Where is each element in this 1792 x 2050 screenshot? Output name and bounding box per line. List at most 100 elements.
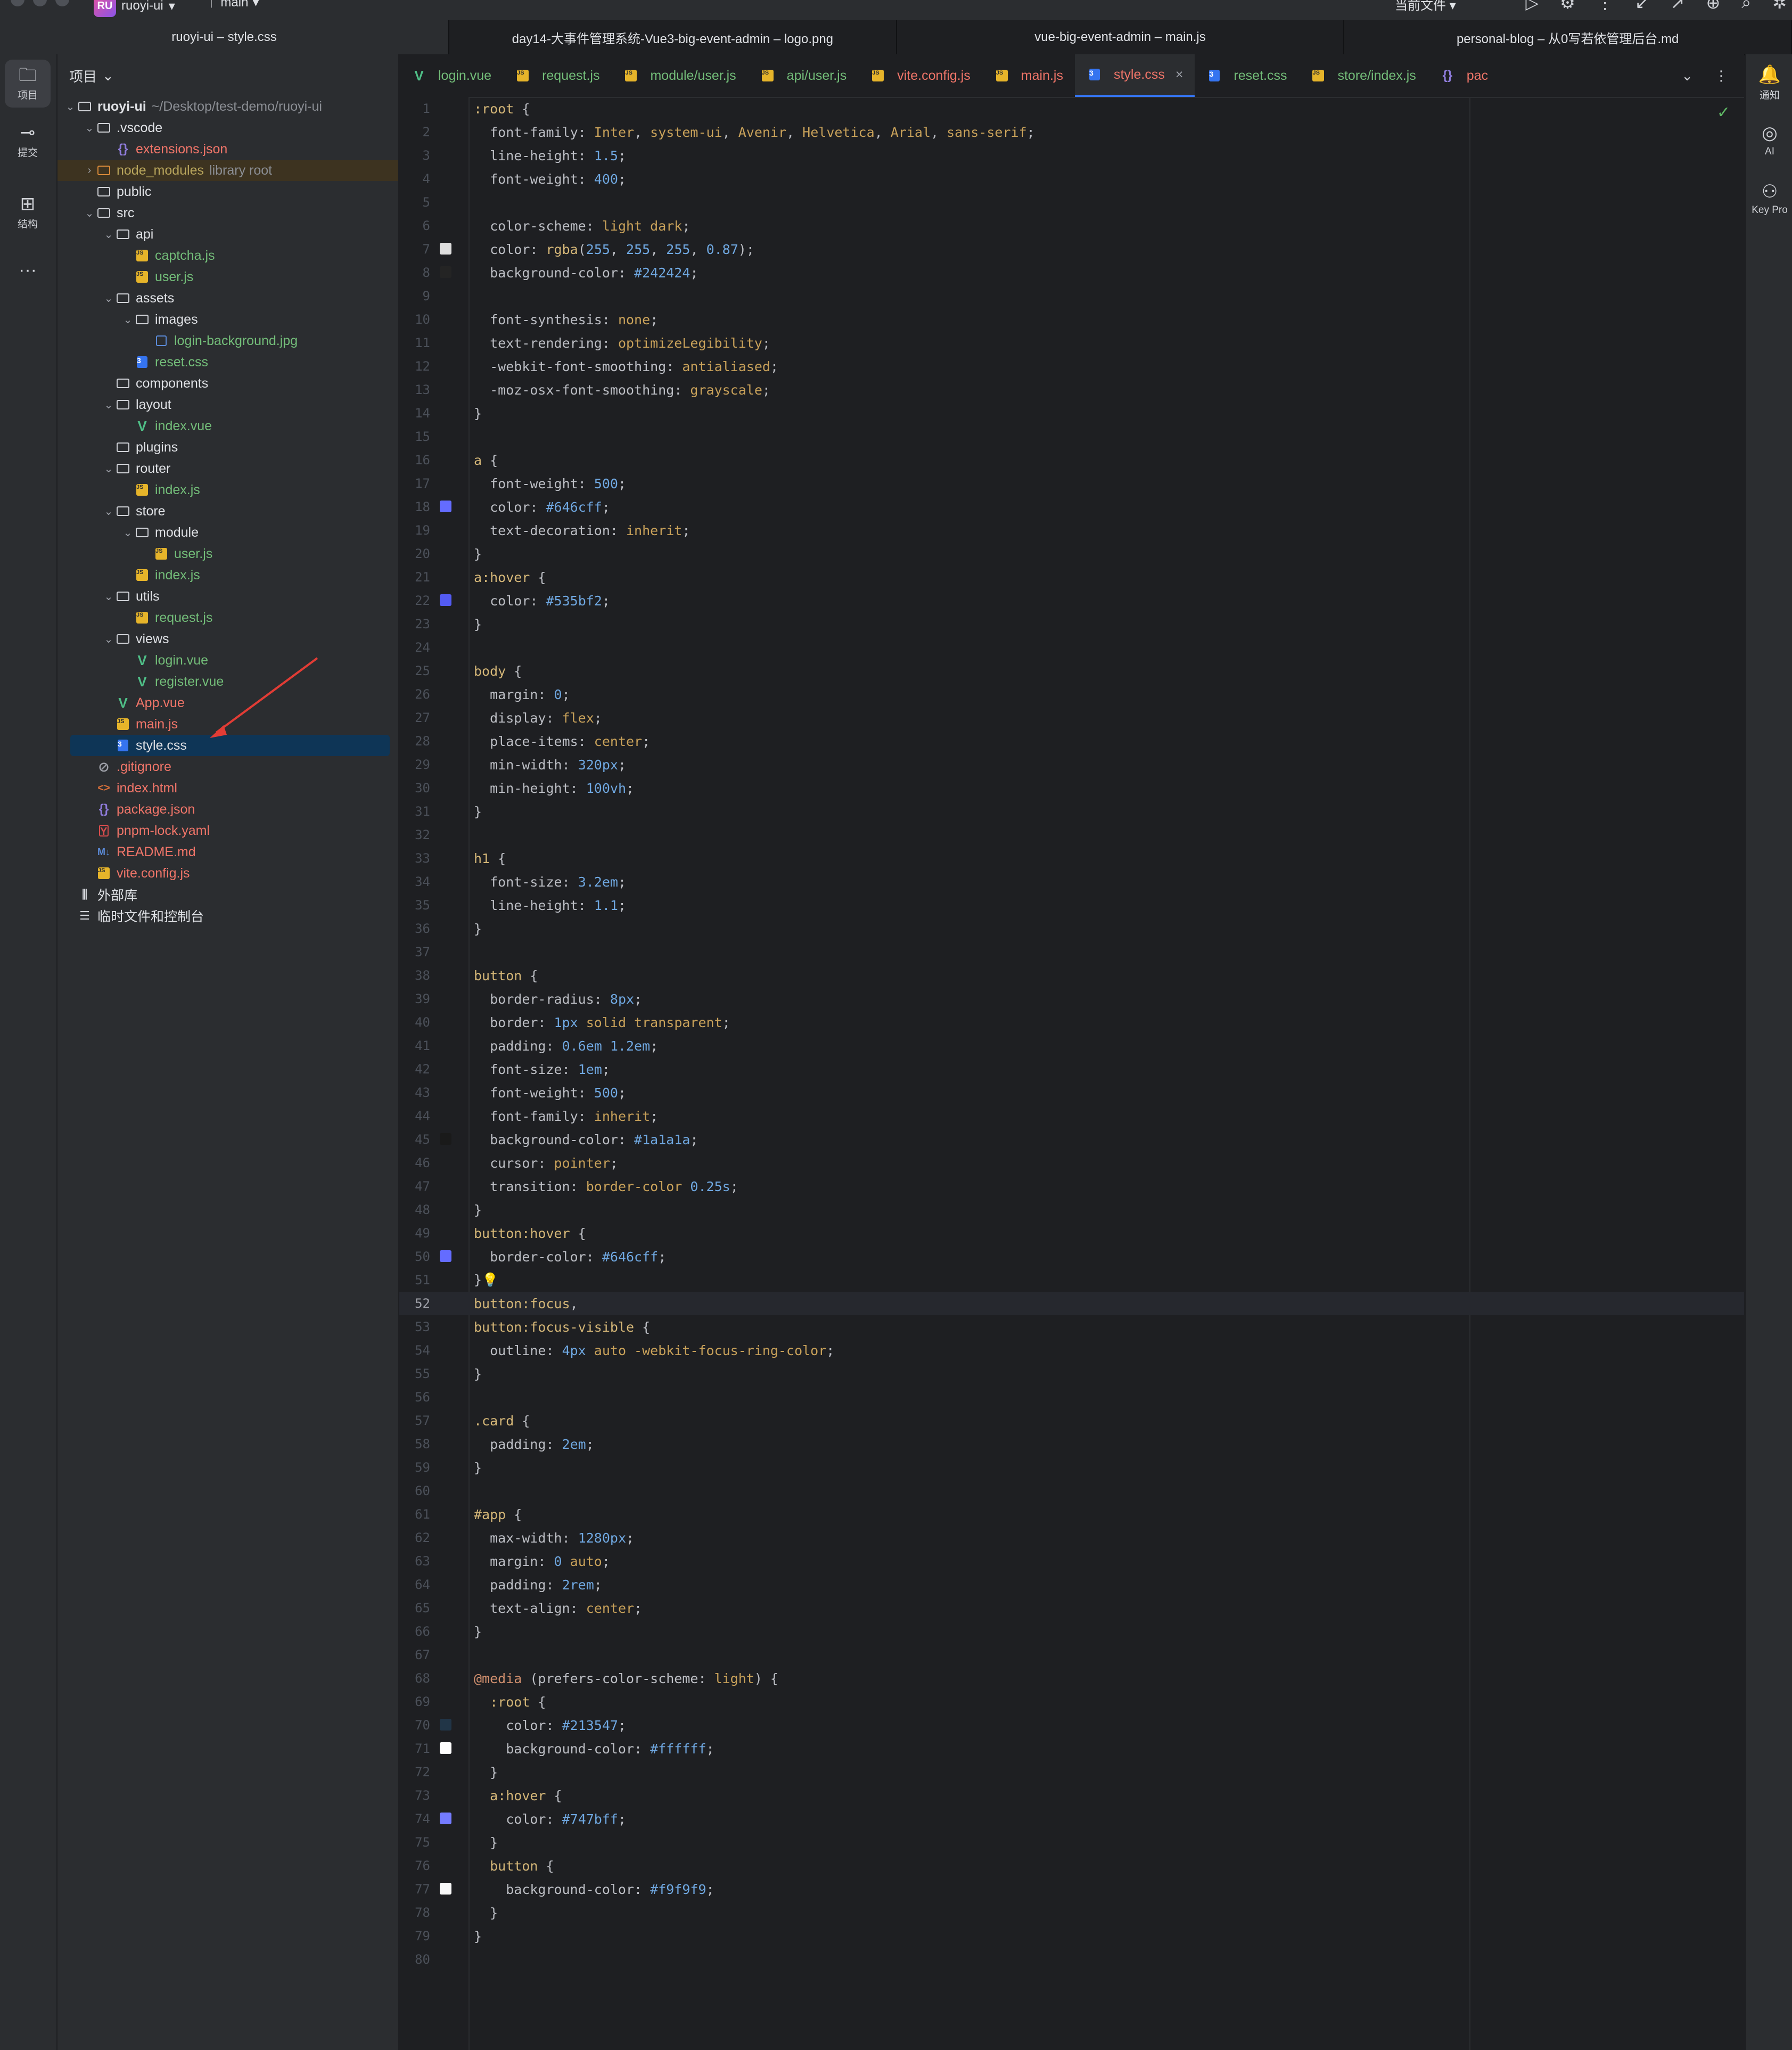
tree-item[interactable]: › node_modules library root bbox=[57, 160, 398, 181]
tree-item[interactable]: {} package.json bbox=[57, 799, 398, 820]
code-line[interactable]: 23} bbox=[399, 612, 1744, 636]
code-line[interactable]: 53 button:focus-visible { bbox=[399, 1315, 1744, 1339]
editor-tab[interactable]: {} pac bbox=[1428, 54, 1500, 97]
editor-tab[interactable]: JS module/user.js bbox=[611, 54, 747, 97]
code-line[interactable]: 60 bbox=[399, 1479, 1744, 1503]
code-line[interactable]: 26 margin: 0; bbox=[399, 683, 1744, 706]
code-line[interactable]: 1:root { bbox=[399, 97, 1744, 120]
code-line[interactable]: 4 font-weight: 400; bbox=[399, 167, 1744, 191]
code-line[interactable]: 70 color: #213547; bbox=[399, 1713, 1744, 1737]
tree-item[interactable]: login-background.jpg bbox=[57, 330, 398, 351]
chevron-down-icon[interactable]: ⌄ bbox=[102, 462, 115, 475]
color-swatch[interactable] bbox=[440, 1813, 451, 1824]
color-swatch[interactable] bbox=[440, 1250, 451, 1262]
tree-item[interactable]: JS captcha.js bbox=[57, 245, 398, 266]
code-line[interactable]: 44 font-family: inherit; bbox=[399, 1104, 1744, 1128]
color-swatch[interactable] bbox=[440, 1133, 451, 1145]
code-line[interactable]: 78 } bbox=[399, 1901, 1744, 1924]
tree-item[interactable]: ⌄ ruoyi-ui ~/Desktop/test-demo/ruoyi-ui bbox=[57, 96, 398, 117]
code-line[interactable]: 54 outline: 4px auto -webkit-focus-ring-… bbox=[399, 1339, 1744, 1362]
tree-item[interactable]: plugins bbox=[57, 437, 398, 458]
editor-tab[interactable]: Vlogin.vue bbox=[399, 54, 503, 97]
add-user-icon[interactable]: ⊕ bbox=[1706, 0, 1720, 13]
code-line[interactable]: 33 h1 { bbox=[399, 847, 1744, 870]
editor-tab[interactable]: 3 reset.css bbox=[1195, 54, 1298, 97]
code-line[interactable]: 32 bbox=[399, 823, 1744, 847]
code-line[interactable]: 16 a { bbox=[399, 448, 1744, 472]
code-line[interactable]: 8 background-color: #242424; bbox=[399, 261, 1744, 284]
code-line[interactable]: 40 border: 1px solid transparent; bbox=[399, 1011, 1744, 1034]
code-line[interactable]: 24 bbox=[399, 636, 1744, 659]
code-line[interactable]: 27 display: flex; bbox=[399, 706, 1744, 729]
editor-tab[interactable]: JS store/index.js bbox=[1298, 54, 1427, 97]
window-minimize-button[interactable] bbox=[33, 0, 47, 6]
search-icon[interactable]: ⌕ bbox=[1741, 0, 1751, 13]
tree-item[interactable]: ⌄ store bbox=[57, 501, 398, 522]
code-line[interactable]: 71 background-color: #ffffff; bbox=[399, 1737, 1744, 1760]
code-line[interactable]: 75 } bbox=[399, 1831, 1744, 1854]
tree-item[interactable]: <> index.html bbox=[57, 777, 398, 799]
code-line[interactable]: 65 text-align: center; bbox=[399, 1596, 1744, 1620]
code-line[interactable]: 45 background-color: #1a1a1a; bbox=[399, 1128, 1744, 1151]
tree-item[interactable]: ⌄ src bbox=[57, 202, 398, 224]
code-line[interactable]: 21 a:hover { bbox=[399, 565, 1744, 589]
code-line[interactable]: 15 bbox=[399, 425, 1744, 448]
tree-item[interactable]: JS user.js bbox=[57, 543, 398, 564]
debug-icon[interactable]: ⚙ bbox=[1560, 0, 1575, 13]
color-swatch[interactable] bbox=[440, 243, 451, 255]
ai-assistant-button[interactable]: ◎ AI bbox=[1746, 122, 1792, 158]
chevron-down-icon[interactable]: ⌄ bbox=[121, 526, 134, 539]
color-swatch[interactable] bbox=[440, 501, 451, 512]
tree-item[interactable]: ⌄ module bbox=[57, 522, 398, 543]
code-line[interactable]: 52 button:focus, bbox=[399, 1292, 1744, 1315]
tree-item[interactable]: ⌄ .vscode bbox=[57, 117, 398, 138]
window-zoom-button[interactable] bbox=[55, 0, 69, 6]
code-line[interactable]: 28 place-items: center; bbox=[399, 729, 1744, 753]
color-swatch[interactable] bbox=[440, 1883, 451, 1895]
key-promoter-button[interactable]: ⚇ Key Pro bbox=[1746, 181, 1792, 216]
code-line[interactable]: 39 border-radius: 8px; bbox=[399, 987, 1744, 1011]
tree-item[interactable]: ⊘ .gitignore bbox=[57, 756, 398, 777]
code-line[interactable]: 2 font-family: Inter, system-ui, Avenir,… bbox=[399, 120, 1744, 144]
activity-structure[interactable]: ⊞ 结构 bbox=[5, 188, 51, 236]
color-swatch[interactable] bbox=[440, 1719, 451, 1731]
editor-tab[interactable]: 3 style.css × bbox=[1074, 54, 1195, 97]
tree-item[interactable]: ⌄ assets bbox=[57, 288, 398, 309]
run-config-selector[interactable]: 当前文件 ▾ bbox=[1395, 0, 1456, 13]
project-tab[interactable]: day14-大事件管理系统-Vue3-big-event-admin – log… bbox=[449, 20, 897, 54]
chevron-down-icon[interactable]: ⌄ bbox=[83, 121, 96, 135]
project-tab[interactable]: personal-blog – 从0写若依管理后台.md bbox=[1344, 20, 1792, 54]
code-line[interactable]: 5 bbox=[399, 191, 1744, 214]
code-line[interactable]: 34 font-size: 3.2em; bbox=[399, 870, 1744, 893]
code-line[interactable]: 41 padding: 0.6em 1.2em; bbox=[399, 1034, 1744, 1057]
tree-item[interactable]: JS index.js bbox=[57, 479, 398, 501]
chevron-down-icon[interactable]: ⌄ bbox=[64, 100, 77, 113]
chevron-down-icon[interactable]: ⌄ bbox=[102, 633, 115, 646]
code-line[interactable]: 61 #app { bbox=[399, 1503, 1744, 1526]
code-line[interactable]: 29 min-width: 320px; bbox=[399, 753, 1744, 776]
tree-item[interactable]: ⌄ router bbox=[57, 458, 398, 479]
code-line[interactable]: 19 text-decoration: inherit; bbox=[399, 519, 1744, 542]
tree-item[interactable]: components bbox=[57, 373, 398, 394]
branch-switcher[interactable]: ᚴ main ▾ bbox=[209, 0, 259, 10]
activity-more[interactable]: ··· bbox=[5, 246, 51, 294]
project-tab[interactable]: vue-big-event-admin – main.js bbox=[897, 20, 1345, 54]
tree-item[interactable]: JS vite.config.js bbox=[57, 863, 398, 884]
vcs-push-icon[interactable]: ↗ bbox=[1671, 0, 1685, 13]
code-line[interactable]: 43 font-weight: 500; bbox=[399, 1081, 1744, 1104]
sidebar-header[interactable]: 项目 ⌄ bbox=[69, 66, 114, 86]
code-line[interactable]: 73 a:hover { bbox=[399, 1784, 1744, 1807]
tree-item[interactable]: ⫼ 外部库 bbox=[57, 884, 398, 905]
tree-item[interactable]: public bbox=[57, 181, 398, 202]
code-line[interactable]: 48} bbox=[399, 1198, 1744, 1221]
tree-item[interactable]: JS index.js bbox=[57, 564, 398, 586]
code-line[interactable]: 12 -webkit-font-smoothing: antialiased; bbox=[399, 355, 1744, 378]
tree-item[interactable]: M↓ README.md bbox=[57, 841, 398, 863]
tree-item[interactable]: {} extensions.json bbox=[57, 138, 398, 160]
editor-tab[interactable]: JS main.js bbox=[982, 54, 1075, 97]
tree-item[interactable]: ⌄ layout bbox=[57, 394, 398, 415]
chevron-down-icon[interactable]: ⌄ bbox=[102, 292, 115, 305]
code-line[interactable]: 46 cursor: pointer; bbox=[399, 1151, 1744, 1175]
more-vertical-icon[interactable]: ⋮ bbox=[1714, 68, 1728, 84]
window-close-button[interactable] bbox=[11, 0, 24, 6]
